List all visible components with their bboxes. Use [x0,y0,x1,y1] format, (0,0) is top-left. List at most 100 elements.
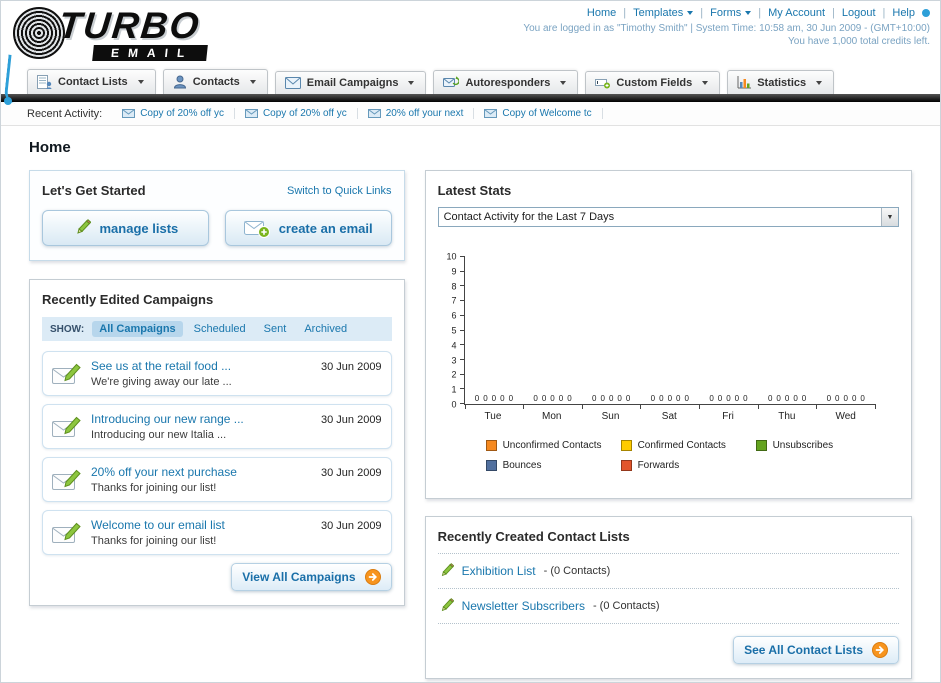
campaign-subtitle: Thanks for joining our list! [91,535,217,547]
chart-value-label: 0 [659,394,664,403]
contact-list-count: - (0 Contacts) [543,565,611,577]
top-link-forms[interactable]: Forms [693,7,752,19]
top-link-my-account[interactable]: My Account [751,7,825,19]
right-column: Latest Stats Contact Activity for the La… [424,170,912,679]
chevron-down-icon [137,80,144,84]
recent-activity-link[interactable]: Copy of 20% off yc [263,108,347,119]
legend-label: Unconfirmed Contacts [502,440,602,451]
nav-tab-autoresponders[interactable]: Autoresponders [433,70,579,94]
contact-list-item[interactable]: Exhibition List - (0 Contacts) [438,563,899,579]
legend-item: Confirmed Contacts [620,440,756,451]
x-axis-tick [640,404,642,409]
recent-activity-item[interactable]: Copy of 20% off yc [112,108,235,119]
left-column: Let's Get Started Switch to Quick Links … [29,170,405,606]
view-all-campaigns-button[interactable]: View All Campaigns [231,563,392,591]
nav-tab-statistics[interactable]: Statistics [727,70,835,94]
campaign-title-link[interactable]: 20% off your next purchase [91,465,312,479]
chart-value-label: 0 [801,394,807,403]
top-link-home[interactable]: Home [587,7,616,19]
create-email-button[interactable]: create an email [224,210,392,246]
tab-scheduled[interactable]: Scheduled [187,321,253,337]
x-axis-label: Thu [778,411,796,422]
contact-list-link[interactable]: Exhibition List [462,564,536,578]
campaign-title-link[interactable]: Welcome to our email list [91,518,312,532]
page-title: Home [29,139,71,156]
tab-archived[interactable]: Archived [297,321,354,337]
recent-activity-link[interactable]: 20% off your next [386,108,464,119]
custom-fields-icon [595,77,611,89]
top-link-templates[interactable]: Templates [616,7,694,19]
campaign-title-link[interactable]: Introducing our new range ... [91,412,312,426]
manage-lists-button[interactable]: manage lists [42,210,209,246]
nav-tab-custom-fields[interactable]: Custom Fields [585,71,721,94]
tab-sent[interactable]: Sent [257,321,294,337]
nav-tab-label: Autoresponders [465,76,551,89]
main-nav: Contact Lists Contacts Email Campaigns A… [1,67,940,94]
see-all-contact-lists-label: See All Contact Lists [744,643,863,657]
pencil-icon [438,598,454,614]
contact-lists-icon [37,75,52,89]
envelope-icon [484,109,498,118]
campaign-subtitle: Thanks for joining our list! [91,482,217,494]
contact-list-count: - (0 Contacts) [592,600,660,612]
nav-divider-bar [1,94,940,102]
see-all-contact-lists-button[interactable]: See All Contact Lists [733,636,899,664]
legend-item: Forwards [620,460,756,471]
recent-activity-link[interactable]: Copy of 20% off yc [140,108,224,119]
recent-activity-link[interactable]: Copy of Welcome tc [502,108,591,119]
chart-value-label: 0 [508,394,514,403]
campaign-row[interactable]: 20% off your next purchase Thanks for jo… [42,457,392,502]
get-started-title: Let's Get Started [42,183,146,198]
recent-activity-item[interactable]: Copy of Welcome tc [474,108,603,119]
y-axis-tick-label: 1 [451,384,457,395]
x-axis-tick [523,404,525,409]
manage-lists-label: manage lists [99,220,179,236]
top-link-help[interactable]: Help [876,7,915,19]
tab-all-campaigns[interactable]: All Campaigns [92,321,183,337]
chart-value-label: 0 [617,394,622,403]
recent-activity-item[interactable]: Copy of 20% off yc [235,108,358,119]
campaign-list: See us at the retail food ... We're givi… [42,351,392,555]
content: Home Let's Get Started Switch to Quick L… [1,126,940,679]
contacts-icon [173,75,187,89]
nav-tab-contact-lists[interactable]: Contact Lists [27,69,156,94]
campaign-row[interactable]: Introducing our new range ... Introducin… [42,404,392,449]
contact-list-link[interactable]: Newsletter Subscribers [462,599,585,613]
recent-activity-item[interactable]: 20% off your next [358,108,475,119]
chart-value-group: 00000 [758,395,817,403]
campaign-row[interactable]: See us at the retail food ... We're givi… [42,351,392,396]
y-axis-tick-label: 7 [451,295,457,306]
stats-period-select[interactable]: Contact Activity for the Last 7 Days ▼ [437,207,899,227]
credits-info: You have 1,000 total credits left. [788,36,930,47]
nav-tab-label: Email Campaigns [306,77,399,89]
top-nav: Home Templates Forms My Account Logout H… [523,7,930,19]
chart-value-label: 0 [625,394,631,403]
chart-value-label: 0 [776,394,781,403]
nav-tab-contacts[interactable]: Contacts [162,69,268,94]
nav-tab-label: Contact Lists [58,76,128,88]
chart-y-axis: 0 1 2 3 4 5 6 7 8 9 10 [442,252,464,409]
envelope-plus-icon [243,219,270,238]
chart-value-label: 0 [851,394,857,403]
campaign-row[interactable]: Welcome to our email list Thanks for joi… [42,510,392,555]
arrow-right-icon [872,642,888,658]
chart-value-group: 00000 [640,395,699,403]
envelope-pencil-icon [52,363,82,385]
chart-value-label: 0 [726,394,731,403]
nav-tab-label: Custom Fields [616,77,693,89]
envelope-pencil-icon [52,522,82,544]
chart-value-label: 0 [676,394,681,403]
campaign-title-link[interactable]: See us at the retail food ... [91,359,312,373]
contact-list-item[interactable]: Newsletter Subscribers - (0 Contacts) [438,598,899,614]
top-link-logout[interactable]: Logout [825,7,876,19]
switch-quick-links-link[interactable]: Switch to Quick Links [287,185,392,197]
campaign-date: 30 Jun 2009 [321,520,382,532]
legend-item: Bounces [485,460,621,471]
nav-tab-email-campaigns[interactable]: Email Campaigns [274,71,427,94]
legend-label: Forwards [637,460,680,471]
x-axis-tick [757,404,759,409]
legend-label: Bounces [502,460,542,471]
y-axis-tick [459,300,465,302]
autoresponder-icon [443,76,460,89]
x-axis-label: Wed [835,411,856,422]
